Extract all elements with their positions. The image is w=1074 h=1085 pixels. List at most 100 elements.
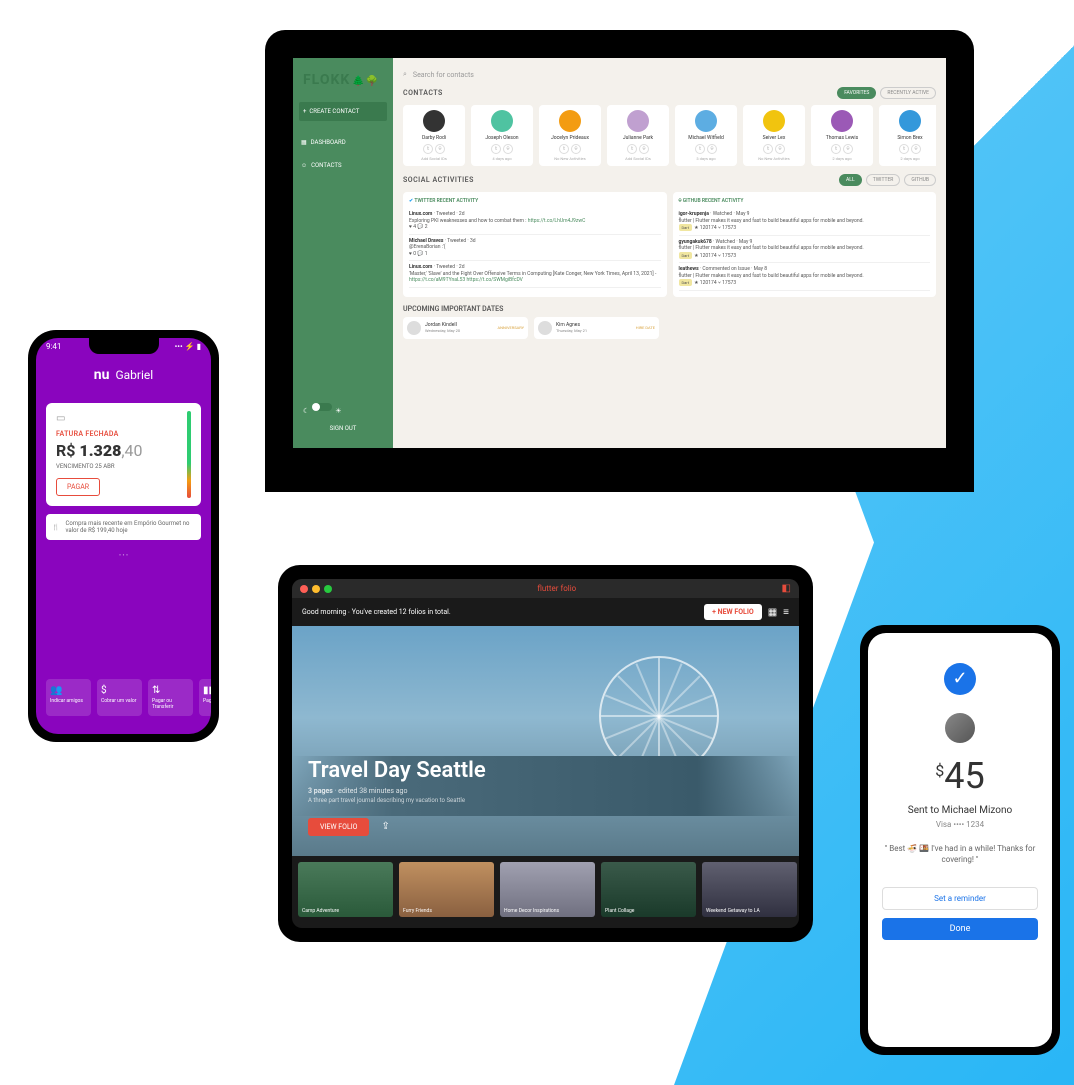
checkmark-icon: ✓ xyxy=(944,663,976,695)
topbar: Good morning ∙ You've created 12 folios … xyxy=(292,598,799,626)
date-card[interactable]: Jordan KindellWednesday, May 20 ANNIVERS… xyxy=(403,317,528,339)
create-contact-button[interactable]: +CREATE CONTACT xyxy=(299,102,387,121)
done-button[interactable]: Done xyxy=(882,918,1038,940)
page-dots: • • • xyxy=(36,548,211,563)
maximize-dot-icon[interactable] xyxy=(324,585,332,593)
share-icon[interactable]: ⇪ xyxy=(381,821,389,832)
sidebar-footer: ☾☀ SIGN OUT xyxy=(299,397,387,438)
tab-favorites[interactable]: FAVORITES xyxy=(837,87,876,99)
folio-thumbnail[interactable]: Weekend Getaway to LA xyxy=(702,862,797,917)
tab-twitter[interactable]: TWITTER xyxy=(866,174,901,186)
laptop-base xyxy=(265,460,974,490)
hero: Travel Day Seattle 3 pages · edited 38 m… xyxy=(292,626,799,856)
action-button[interactable]: $ Cobrar um valor xyxy=(97,679,142,716)
action-button[interactable]: 👥 Indicar amigos xyxy=(46,679,91,716)
folio-thumbnail[interactable]: Home Decor Inspirations xyxy=(500,862,595,917)
tab-github[interactable]: GITHUB xyxy=(904,174,936,186)
action-button[interactable]: ⇅ Pagar ou Transferir xyxy=(148,679,193,716)
github-icon[interactable]: ⌾ xyxy=(911,144,921,154)
grid-view-icon[interactable]: ▦ xyxy=(768,607,777,618)
activity-item[interactable]: igor-krupenja · Watched · May 9flutter |… xyxy=(679,208,931,236)
avatar xyxy=(559,110,581,132)
twitter-icon[interactable]: 𝕥 xyxy=(899,144,909,154)
hero-description: A three part travel journal describing m… xyxy=(308,797,468,804)
search-bar[interactable]: ⌕Search for contacts xyxy=(403,66,936,83)
list-view-icon[interactable]: ≡ xyxy=(783,607,789,618)
tablet-device: flutter folio ◧ Good morning ∙ You've cr… xyxy=(278,565,813,942)
github-icon[interactable]: ⌾ xyxy=(571,144,581,154)
activity-item[interactable]: Linux.com · Tweeted · 2d'Master,' 'Slave… xyxy=(409,261,661,288)
action-button[interactable]: ▮▮▮ Pagar boleto xyxy=(199,679,211,716)
folio-app: flutter folio ◧ Good morning ∙ You've cr… xyxy=(292,579,799,928)
activity-item[interactable]: leathews · Commented on Issue · May 8flu… xyxy=(679,263,931,291)
contact-card[interactable]: Joseph Oleson 𝕥⌾ 4 days ago xyxy=(471,105,533,166)
minimize-dot-icon[interactable] xyxy=(312,585,320,593)
twitter-icon[interactable]: 𝕥 xyxy=(559,144,569,154)
contact-card[interactable]: Michael Witfield 𝕥⌾ 3 days ago xyxy=(675,105,737,166)
contact-name: Thomas Lewis xyxy=(814,135,870,141)
invoice-amount: R$ 1.328,40 xyxy=(56,441,191,460)
action-icon: ⇅ xyxy=(152,685,189,696)
folio-thumbnail[interactable]: Furry Friends xyxy=(399,862,494,917)
contact-meta: 3 days ago xyxy=(678,156,734,161)
contact-card[interactable]: Darby Rodi 𝕥⌾ Add Social IDs xyxy=(403,105,465,166)
avatar xyxy=(695,110,717,132)
github-icon[interactable]: ⌾ xyxy=(707,144,717,154)
twitter-icon[interactable]: 𝕥 xyxy=(763,144,773,154)
view-folio-button[interactable]: VIEW FOLIO xyxy=(308,818,369,836)
invoice-card[interactable]: ▭ FATURA FECHADA R$ 1.328,40 VENCIMENTO … xyxy=(46,403,201,506)
nubank-app: 9:41••• ⚡ ▮ nuGabriel ▭ FATURA FECHADA R… xyxy=(36,338,211,734)
contacts-heading: CONTACTS xyxy=(403,89,443,97)
twitter-icon: ✔ xyxy=(409,198,413,204)
set-reminder-button[interactable]: Set a reminder xyxy=(882,887,1038,910)
github-icon[interactable]: ⌾ xyxy=(435,144,445,154)
contact-name: Seiver Lex xyxy=(746,135,802,141)
contact-card[interactable]: Thomas Lewis 𝕥⌾ 2 days ago xyxy=(811,105,873,166)
contact-card[interactable]: Jocelyn Prideaux 𝕥⌾ No New Activities xyxy=(539,105,601,166)
folio-thumbnail[interactable]: Camp Adventure xyxy=(298,862,393,917)
github-icon[interactable]: ⌾ xyxy=(639,144,649,154)
pagar-button[interactable]: PAGAR xyxy=(56,478,100,496)
twitter-icon[interactable]: 𝕥 xyxy=(627,144,637,154)
activity-item[interactable]: Linux.com · Tweeted · 2dExploring PKI we… xyxy=(409,208,661,235)
window-chrome: flutter folio ◧ xyxy=(292,579,799,598)
sign-out-button[interactable]: SIGN OUT xyxy=(303,425,383,432)
github-icon[interactable]: ⌾ xyxy=(843,144,853,154)
theme-toggle[interactable] xyxy=(312,403,332,411)
plus-icon: + xyxy=(303,108,306,115)
flokk-app: FLOKK🌲🌳 +CREATE CONTACT ▦DASHBOARD ☺CONT… xyxy=(293,58,946,448)
contact-card[interactable]: Julianne Park 𝕥⌾ Add Social IDs xyxy=(607,105,669,166)
twitter-icon[interactable]: 𝕥 xyxy=(491,144,501,154)
github-icon: ⌾ xyxy=(679,198,682,204)
contact-card[interactable]: Seiver Lex 𝕥⌾ No New Activities xyxy=(743,105,805,166)
github-icon[interactable]: ⌾ xyxy=(775,144,785,154)
github-icon[interactable]: ⌾ xyxy=(503,144,513,154)
social-heading: SOCIAL ACTIVITIES xyxy=(403,176,474,184)
nav-dashboard[interactable]: ▦DASHBOARD xyxy=(299,135,387,150)
signal-icon: ••• ⚡ ▮ xyxy=(175,342,201,351)
tab-all[interactable]: ALL xyxy=(839,174,862,186)
nav-contacts[interactable]: ☺CONTACTS xyxy=(299,158,387,173)
usage-bar xyxy=(187,411,191,498)
thumbnail-row: Camp Adventure Furry Friends Home Decor … xyxy=(292,856,799,923)
action-row: 👥 Indicar amigos $ Cobrar um valor ⇅ Pag… xyxy=(36,671,211,724)
twitter-icon[interactable]: 𝕥 xyxy=(695,144,705,154)
tab-recently-active[interactable]: RECENTLY ACTIVE xyxy=(880,87,936,99)
folio-thumbnail[interactable]: Plant Collage xyxy=(601,862,696,917)
twitter-icon[interactable]: 𝕥 xyxy=(831,144,841,154)
recent-purchase[interactable]: 🍴Compra mais recente em Empório Gourmet … xyxy=(46,514,201,540)
laptop-device: FLOKK🌲🌳 +CREATE CONTACT ▦DASHBOARD ☺CONT… xyxy=(265,30,974,492)
twitter-icon[interactable]: 𝕥 xyxy=(423,144,433,154)
activity-item[interactable]: gyungakuk678 · Watched · May 9flutter | … xyxy=(679,236,931,264)
contact-meta: No New Activities xyxy=(542,156,598,161)
bookmark-icon[interactable]: ◧ xyxy=(782,583,791,594)
close-dot-icon[interactable] xyxy=(300,585,308,593)
contact-meta: No New Activities xyxy=(746,156,802,161)
contact-card[interactable]: Simon Brex 𝕥⌾ 2 days ago xyxy=(879,105,936,166)
date-card[interactable]: Kim AgnesThursday, May 21 HIRE DATE xyxy=(534,317,659,339)
github-column: ⌾ GITHUB RECENT ACTIVITY igor-krupenja ·… xyxy=(673,192,937,297)
activity-item[interactable]: Michael Draves · Tweeted · 3d@ErenaBoria… xyxy=(409,235,661,262)
new-folio-button[interactable]: + NEW FOLIO xyxy=(704,604,762,620)
window-title: flutter folio xyxy=(336,584,778,593)
contact-name: Michael Witfield xyxy=(678,135,734,141)
